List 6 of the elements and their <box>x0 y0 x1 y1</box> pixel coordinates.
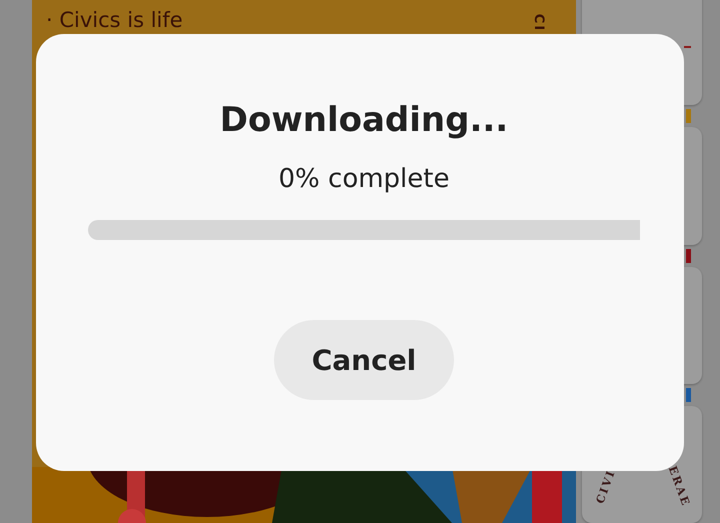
poster-heading: · Civics is life <box>46 8 183 32</box>
cancel-button[interactable]: Cancel <box>274 320 454 400</box>
progress-status: 0% complete <box>278 164 450 194</box>
seal-text: CIVI <box>594 468 618 506</box>
poster-side-text: CI <box>530 14 546 32</box>
dialog-title: Downloading... <box>220 100 508 140</box>
